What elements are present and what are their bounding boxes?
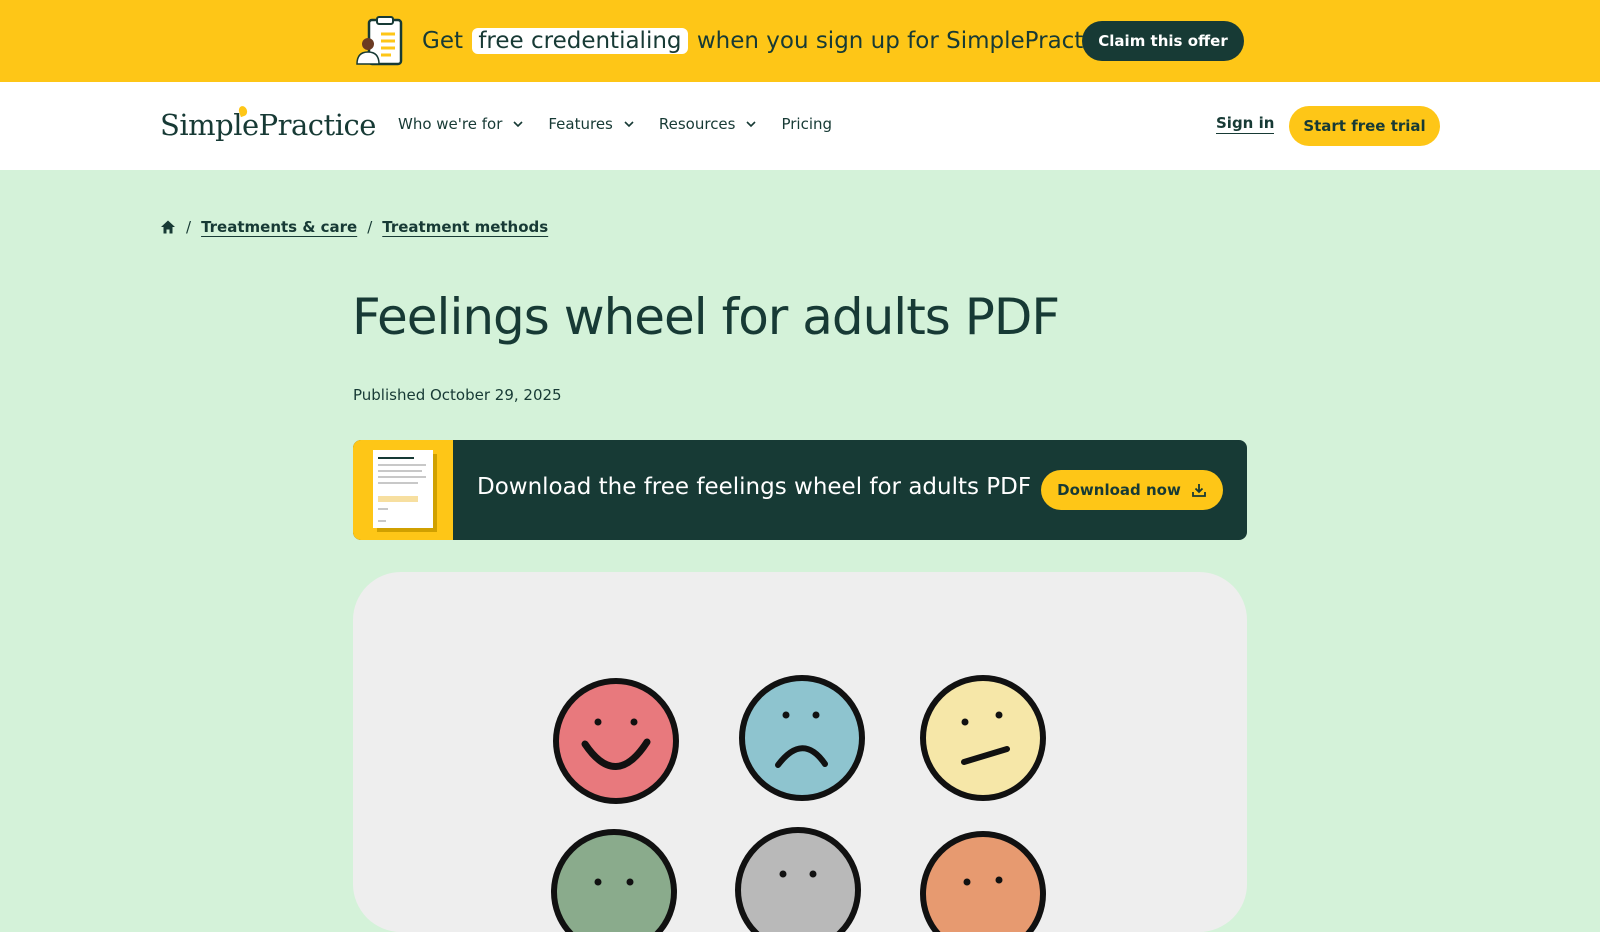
nav-item-features[interactable]: Features: [548, 112, 635, 136]
nav-item-label: Who we're for: [398, 115, 503, 133]
download-icon: [1191, 484, 1206, 497]
chevron-down-icon: [624, 121, 634, 128]
breadcrumb: / Treatments & care / Treatment methods: [160, 218, 548, 236]
start-free-trial-button[interactable]: Start free trial: [1289, 106, 1440, 146]
nav-item-who-were-for[interactable]: Who we're for: [398, 112, 524, 136]
claim-offer-button[interactable]: Claim this offer: [1082, 21, 1244, 61]
pdf-thumbnail: [353, 440, 453, 540]
download-now-button[interactable]: Download now: [1041, 470, 1223, 510]
promo-text-after: when you sign up for SimplePractice: [696, 28, 1117, 54]
feelings-faces-illustration: [551, 675, 1046, 932]
breadcrumb-treatment-methods[interactable]: Treatment methods: [382, 218, 548, 236]
sign-in-link[interactable]: Sign in: [1216, 114, 1275, 134]
breadcrumb-treatments-care[interactable]: Treatments & care: [201, 218, 357, 236]
orange-face-icon: [920, 831, 1046, 932]
nav-item-pricing[interactable]: Pricing: [781, 112, 832, 136]
promo-text: Get free credentialing when you sign up …: [422, 24, 1117, 58]
skeptical-face-icon: [920, 675, 1046, 801]
clipboard-person-icon: [356, 16, 403, 66]
logo-text: SimplePractice: [160, 108, 376, 142]
breadcrumb-separator: /: [186, 218, 192, 236]
nav-item-label: Features: [548, 115, 613, 133]
download-button-label: Download now: [1057, 481, 1181, 499]
document-preview: [373, 450, 433, 528]
chevron-down-icon: [513, 121, 523, 128]
page-title: Feelings wheel for adults PDF: [352, 288, 1060, 346]
nav-item-label: Resources: [658, 115, 736, 133]
promo-text-before: Get: [422, 28, 463, 54]
published-date: Published October 29, 2025: [353, 386, 562, 404]
feelings-illustration-card: [353, 572, 1247, 932]
promo-banner: Get free credentialing when you sign up …: [0, 0, 1600, 82]
main-nav: Who we're for Features Resources Pricing: [398, 112, 856, 136]
site-header: SimplePractice Who we're for Features Re…: [0, 82, 1600, 170]
breadcrumb-separator: /: [367, 218, 373, 236]
chevron-down-icon: [746, 121, 757, 128]
happy-face-icon: [553, 678, 679, 804]
green-face-icon: [551, 829, 677, 932]
gray-face-icon: [735, 827, 861, 932]
promo-highlight: free credentialing: [472, 28, 688, 54]
download-text: Download the free feelings wheel for adu…: [477, 474, 1032, 500]
nav-item-resources[interactable]: Resources: [659, 112, 758, 136]
logo[interactable]: SimplePractice: [160, 104, 376, 142]
nav-item-label: Pricing: [781, 115, 833, 133]
sad-face-icon: [739, 675, 865, 801]
home-icon[interactable]: [160, 219, 176, 235]
download-card: Download the free feelings wheel for adu…: [353, 440, 1247, 540]
